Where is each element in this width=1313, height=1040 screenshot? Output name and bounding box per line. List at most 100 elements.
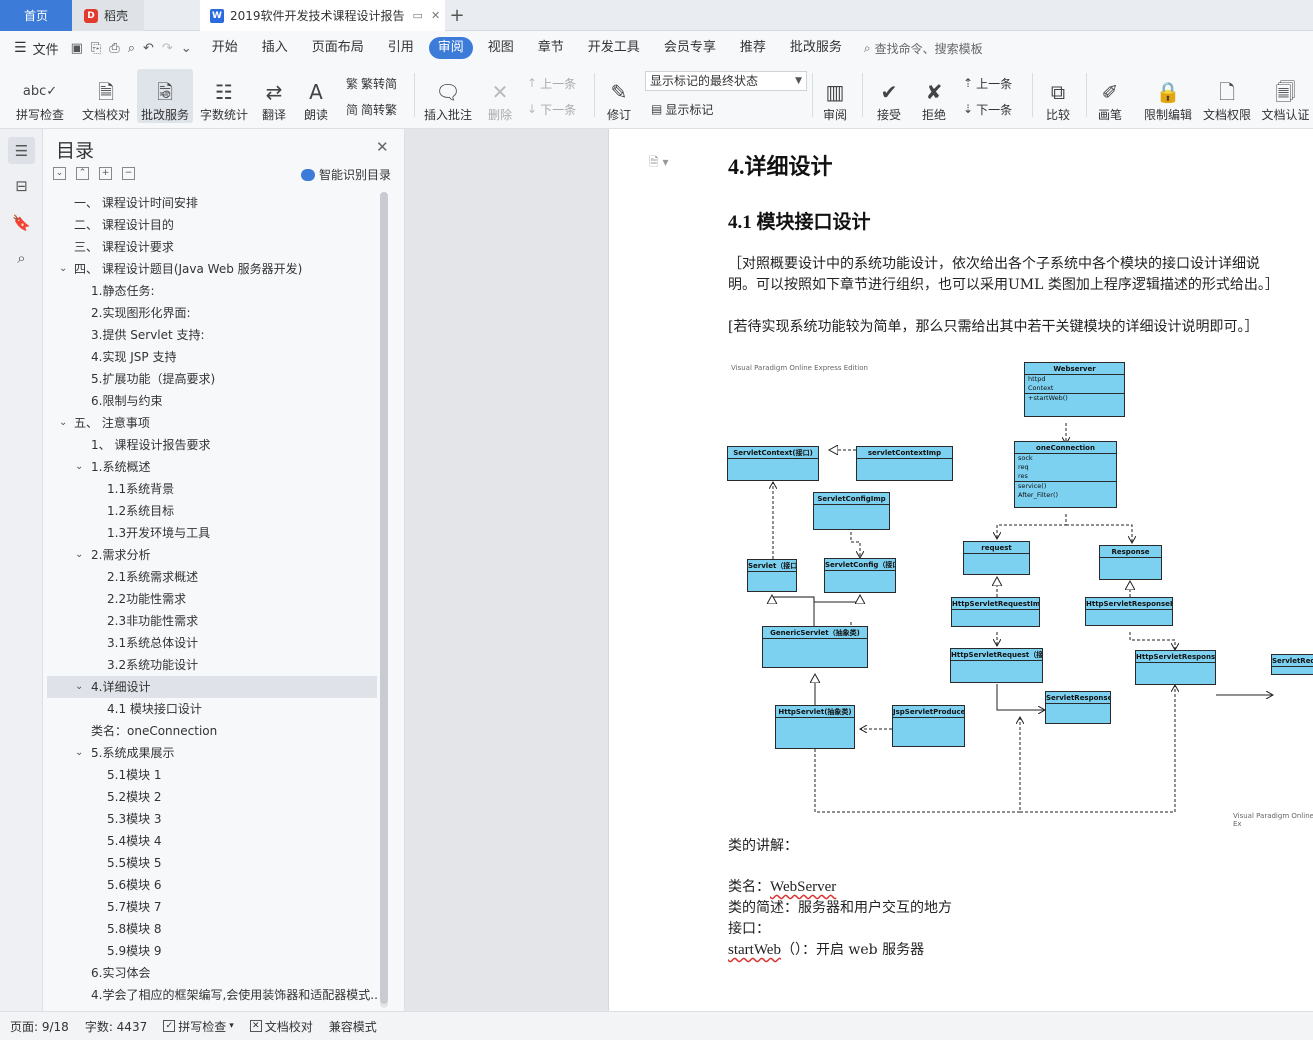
toc-item[interactable]: 3.1系统总体设计	[47, 632, 377, 654]
toc-item[interactable]: 5.扩展功能（提高要求)	[47, 368, 377, 390]
translate-button[interactable]: ⇄ 翻译	[254, 69, 294, 123]
print-icon[interactable]: ⎙	[109, 41, 119, 56]
toc-item[interactable]: 5.4模块 4	[47, 830, 377, 852]
menu-review[interactable]: 审阅	[428, 37, 473, 59]
toc-icon[interactable]: ☰	[8, 137, 35, 164]
menu-correction[interactable]: 批改服务	[778, 37, 854, 59]
menu-view[interactable]: 视图	[476, 37, 526, 59]
toc-item[interactable]: 2.1系统需求概述	[47, 566, 377, 588]
expand-up-icon[interactable]: ⌃	[76, 167, 89, 180]
spell-check-button[interactable]: abc✓ 拼写检查	[10, 69, 70, 123]
toc-item[interactable]: 1.2系统目标	[47, 500, 377, 522]
next-change-button[interactable]: ⇣ 下一条	[963, 99, 1012, 119]
collapse-icon[interactable]: ⌄	[53, 167, 66, 180]
more-icon[interactable]: ⌄	[181, 41, 192, 56]
toc-item[interactable]: 2.实现图形化界面:	[47, 302, 377, 324]
toc-item[interactable]: 3.提供 Servlet 支持:	[47, 324, 377, 346]
toc-item[interactable]: ⌄ 2.需求分析	[47, 544, 377, 566]
toc-item[interactable]: ⌄ 五、 注意事项	[47, 412, 377, 434]
chevron-down-icon[interactable]: ⌄	[59, 412, 67, 434]
page-options-icon[interactable]: 🗎 ▾	[649, 153, 669, 174]
toc-item[interactable]: 类名：oneConnection	[47, 720, 377, 742]
toc-item[interactable]: 6.实习体会	[47, 962, 377, 984]
prev-change-button[interactable]: ⇡ 上一条	[963, 73, 1012, 93]
plus-icon[interactable]: +	[99, 167, 112, 180]
toc-item[interactable]: 5.9模块 9	[47, 940, 377, 962]
toc-scrollbar[interactable]	[380, 192, 388, 1008]
show-markup-button[interactable]: ▤ 显示标记	[651, 99, 713, 119]
chevron-down-icon[interactable]: ⌄	[75, 544, 83, 566]
toc-item[interactable]: 5.6模块 6	[47, 874, 377, 896]
simp-to-trad-button[interactable]: 简 简转繁	[346, 99, 397, 119]
toc-item[interactable]: 4.学会了相应的框架编写,会使用装饰器和适配器模式...	[47, 984, 377, 1006]
toc-item[interactable]: 5.2模块 2	[47, 786, 377, 808]
insert-comment-button[interactable]: 🗨 插入批注	[422, 69, 474, 123]
word-count-indicator[interactable]: 字数: 4437	[85, 1018, 147, 1035]
toc-item[interactable]: 5.1模块 1	[47, 764, 377, 786]
undo-icon[interactable]: ↶	[143, 41, 154, 56]
toc-item[interactable]: 2.3非功能性需求	[47, 610, 377, 632]
doc-auth-button[interactable]: 🗐 文档认证	[1258, 69, 1313, 123]
toc-item[interactable]: 4.实现 JSP 支持	[47, 346, 377, 368]
pen-button[interactable]: ✐ 画笔	[1094, 69, 1126, 123]
menu-references[interactable]: 引用	[376, 37, 426, 59]
menu-recommend[interactable]: 推荐	[728, 37, 778, 59]
accept-button[interactable]: ✔ 接受	[870, 69, 908, 123]
toc-item[interactable]: 2.2功能性需求	[47, 588, 377, 610]
toc-item[interactable]: 3.2系统功能设计	[47, 654, 377, 676]
chevron-down-icon[interactable]: ⌄	[75, 676, 83, 698]
doc-proof-toggle[interactable]: ✕ 文档校对	[249, 1018, 313, 1035]
tab-home[interactable]: 首页	[0, 0, 72, 31]
bookmark-icon[interactable]: 🔖	[8, 209, 35, 236]
menu-dev-tools[interactable]: 开发工具	[576, 37, 652, 59]
toc-item[interactable]: 三、 课程设计要求	[47, 236, 377, 258]
redo-icon[interactable]: ↷	[162, 41, 173, 56]
chevron-down-icon[interactable]: ⌄	[59, 258, 67, 280]
toc-item[interactable]: 二、 课程设计目的	[47, 214, 377, 236]
toc-item[interactable]: 1、 课程设计报告要求	[47, 434, 377, 456]
doc-proof-button[interactable]: 🗎 文档校对	[78, 69, 134, 123]
toc-item[interactable]: 一、 课程设计时间安排	[47, 192, 377, 214]
toc-item[interactable]: ⌄ 4.详细设计	[47, 676, 377, 698]
read-aloud-button[interactable]: A 朗读	[297, 69, 335, 123]
track-changes-button[interactable]: ✎ 修订	[600, 69, 638, 123]
next-comment-button[interactable]: ↓ 下一条	[527, 99, 576, 119]
doc-permission-button[interactable]: 🗋 文档权限	[1199, 69, 1255, 123]
chevron-down-icon[interactable]: ⌄	[75, 742, 83, 764]
word-count-button[interactable]: ☷ 字数统计	[197, 69, 251, 123]
page-indicator[interactable]: 页面: 9/18	[10, 1018, 69, 1035]
toc-item[interactable]: 6.限制与约束	[47, 390, 377, 412]
search-icon[interactable]: ⌕	[8, 244, 35, 271]
correction-service-button[interactable]: 🗟 批改服务	[137, 69, 193, 123]
toc-item[interactable]: 5.3模块 3	[47, 808, 377, 830]
toc-item[interactable]: 5.8模块 8	[47, 918, 377, 940]
markup-state-select[interactable]: 显示标记的最终状态 ▼	[645, 71, 807, 91]
spell-check-toggle[interactable]: ✓ 拼写检查 ▾	[163, 1018, 234, 1035]
toc-item[interactable]: ⌄ 1.系统概述	[47, 456, 377, 478]
toc-item[interactable]: ⌄ 5.系统成果展示	[47, 742, 377, 764]
document-page[interactable]: 🗎 ▾ 4.详细设计 4.1 模块接口设计 ［对照概要设计中的系统功能设计，依次…	[608, 129, 1313, 1011]
toc-item[interactable]: 1.1系统背景	[47, 478, 377, 500]
delete-comment-button[interactable]: ✕ 删除	[480, 69, 520, 123]
menu-insert[interactable]: 插入	[250, 37, 300, 59]
compare-button[interactable]: ⧉ 比较	[1039, 69, 1077, 123]
toc-item[interactable]: 5.5模块 5	[47, 852, 377, 874]
tab-close-icon[interactable]: ✕	[431, 9, 440, 22]
print-preview-icon[interactable]: ⌕	[128, 41, 135, 56]
tab-document[interactable]: W 2019软件开发技术课程设计报告 ▭ ✕	[200, 0, 445, 31]
menu-start[interactable]: 开始	[200, 37, 250, 59]
tab-monitor-icon[interactable]: ▭	[413, 9, 423, 22]
toc-item[interactable]: ⌄ 四、 课程设计题目(Java Web 服务器开发)	[47, 258, 377, 280]
minus-icon[interactable]: −	[122, 167, 135, 180]
toc-scroll-thumb[interactable]	[380, 192, 388, 1004]
reject-button[interactable]: ✘ 拒绝	[915, 69, 953, 123]
trad-to-simp-button[interactable]: 繁 繁转简	[346, 73, 397, 93]
new-tab-button[interactable]: +	[447, 0, 467, 31]
chevron-down-icon[interactable]: ⌄	[75, 456, 83, 478]
toc-item[interactable]: 4.1 模块接口设计	[47, 698, 377, 720]
close-icon[interactable]: ✕	[376, 138, 389, 156]
toc-item[interactable]: 1.静态任务:	[47, 280, 377, 302]
toc-item[interactable]: 5.7模块 7	[47, 896, 377, 918]
smart-toc-button[interactable]: 智能识别目录	[301, 166, 391, 183]
restrict-edit-button[interactable]: 🔒 限制编辑	[1140, 69, 1196, 123]
